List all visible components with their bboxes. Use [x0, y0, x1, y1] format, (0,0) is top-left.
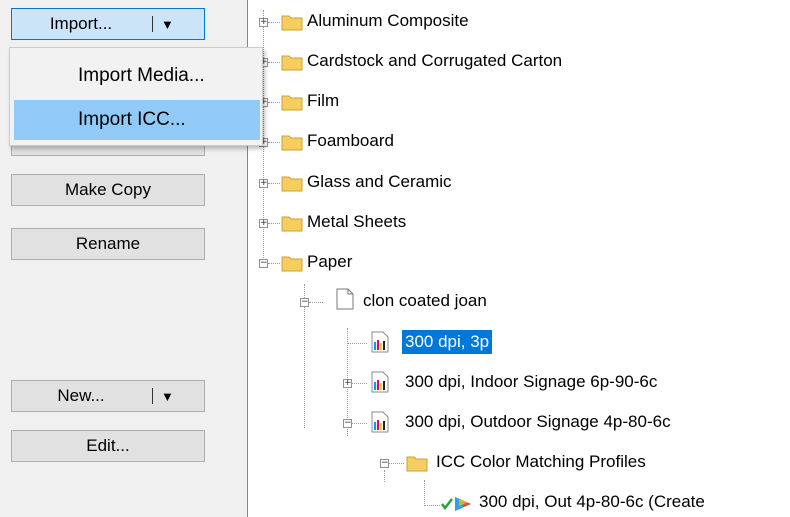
tree-connector	[268, 22, 280, 23]
tree-node-label-selected[interactable]: 300 dpi, 3p	[402, 330, 493, 354]
new-split-button[interactable]: New... ▼	[11, 380, 205, 412]
tree-node-label[interactable]: 300 dpi, Outdoor Signage 4p-80-6c	[402, 410, 674, 434]
split-separator	[152, 16, 153, 32]
import-split-button[interactable]: Import... ▼	[11, 8, 205, 40]
tree-node-label[interactable]: 300 dpi, Indoor Signage 6p-90-6c	[402, 370, 660, 394]
tree-connector	[309, 302, 323, 303]
edit-button[interactable]: Edit...	[11, 430, 205, 462]
rename-button[interactable]: Rename	[11, 228, 205, 260]
new-button-label: New...	[57, 386, 105, 405]
tree-connector	[268, 62, 280, 63]
tree-expander[interactable]: +	[259, 179, 268, 188]
tree-node-label[interactable]: Film	[304, 89, 342, 113]
tree-connector	[389, 463, 404, 464]
tree-node-label[interactable]: Paper	[304, 250, 355, 274]
tree-expander[interactable]: +	[259, 18, 268, 27]
folder-open-icon	[406, 456, 428, 472]
tree-connector	[268, 102, 280, 103]
tree-node-label[interactable]: Metal Sheets	[304, 210, 409, 234]
tree-node-label[interactable]: Cardstock and Corrugated Carton	[304, 49, 565, 73]
folder-icon	[281, 95, 303, 111]
tree-connector	[268, 223, 280, 224]
tree-expander[interactable]: −	[343, 419, 352, 428]
tree-connector	[424, 480, 425, 506]
chevron-down-icon[interactable]: ▼	[161, 17, 174, 32]
import-button-label: Import...	[49, 14, 113, 33]
ink-mode-icon	[371, 371, 389, 393]
tree-expander[interactable]: +	[343, 379, 352, 388]
checkmark-icon	[441, 498, 453, 511]
ink-mode-icon	[371, 331, 389, 353]
tree-connector	[268, 263, 280, 264]
menu-item-import-icc[interactable]: Import ICC...	[14, 100, 260, 140]
tree-connector	[268, 183, 280, 184]
tree-expander[interactable]: −	[300, 298, 309, 307]
tree-connector	[352, 383, 367, 384]
folder-icon	[281, 135, 303, 151]
tree-connector	[268, 142, 280, 143]
make-copy-button[interactable]: Make Copy	[11, 174, 205, 206]
folder-open-icon	[281, 256, 303, 272]
chevron-down-icon[interactable]: ▼	[161, 389, 174, 404]
tree-node-label[interactable]: Aluminum Composite	[304, 9, 472, 33]
folder-icon	[281, 216, 303, 232]
folder-icon	[281, 176, 303, 192]
tree-expander[interactable]: −	[259, 259, 268, 268]
tree-node-label[interactable]: Foamboard	[304, 129, 397, 153]
tree-connector	[384, 470, 385, 482]
ink-mode-icon	[371, 411, 389, 433]
tree-node-label[interactable]: Glass and Ceramic	[304, 170, 455, 194]
menu-item-import-media[interactable]: Import Media...	[14, 56, 260, 96]
tree-connector	[352, 423, 367, 424]
tree-connector	[424, 505, 440, 506]
tree-node-label[interactable]: clon coated joan	[360, 289, 490, 313]
tree-expander[interactable]: −	[380, 459, 389, 468]
document-icon	[336, 288, 354, 310]
tree-connector	[347, 343, 367, 344]
tree-expander[interactable]: +	[259, 219, 268, 228]
split-separator	[152, 388, 153, 404]
folder-icon	[281, 15, 303, 31]
import-dropdown-menu: Import Media... Import ICC...	[9, 47, 263, 146]
icc-profile-icon	[455, 497, 471, 511]
tree-node-label[interactable]: 300 dpi, Out 4p-80-6c (Create	[476, 490, 708, 514]
folder-icon	[281, 55, 303, 71]
media-tree-view: + Aluminum Composite + Cardstock and Cor…	[247, 0, 790, 517]
tree-node-label[interactable]: ICC Color Matching Profiles	[433, 450, 649, 474]
